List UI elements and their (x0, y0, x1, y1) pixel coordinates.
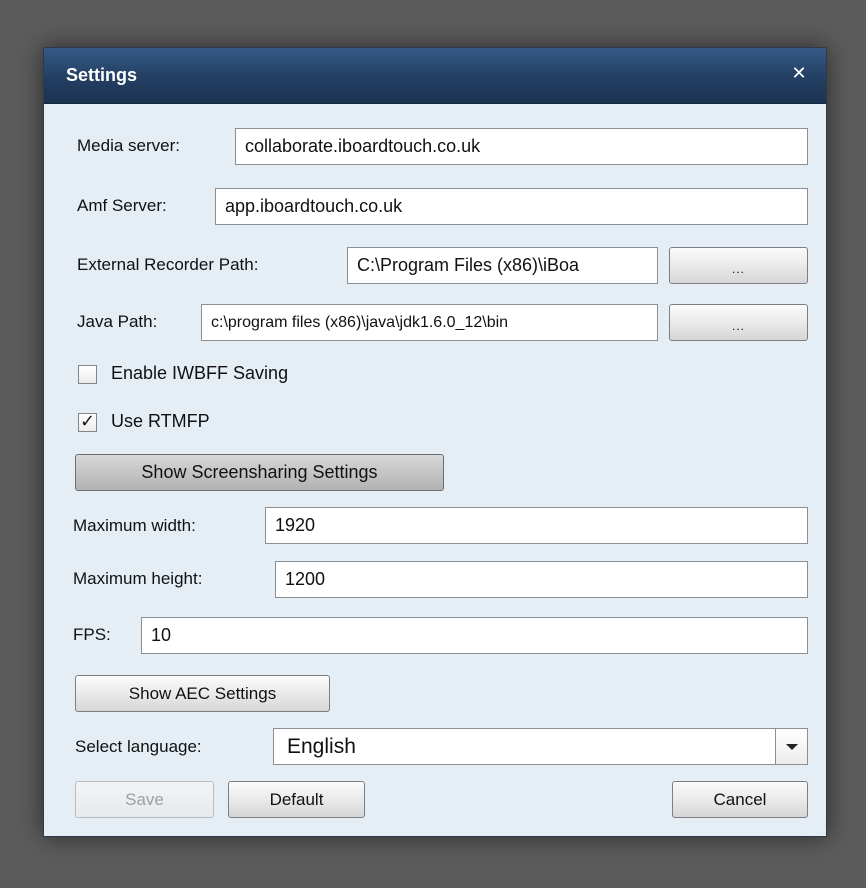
fps-input[interactable]: 10 (141, 617, 808, 654)
show-screensharing-settings-button[interactable]: Show Screensharing Settings (75, 454, 444, 491)
max-width-input[interactable]: 1920 (265, 507, 808, 544)
language-selected-value: English (287, 735, 356, 758)
java-path-label: Java Path: (77, 312, 158, 331)
enable-iwbff-checkbox[interactable] (78, 365, 97, 384)
language-select[interactable]: English (273, 728, 808, 765)
close-icon[interactable]: ✕ (788, 62, 810, 84)
amf-server-input[interactable]: app.iboardtouch.co.uk (215, 188, 808, 225)
external-recorder-path-input[interactable]: C:\Program Files (x86)\iBoa (347, 247, 658, 284)
amf-server-label: Amf Server: (77, 196, 167, 215)
use-rtmfp-checkbox[interactable]: ✓ (78, 411, 97, 432)
select-language-label: Select language: (75, 737, 202, 756)
java-path-input[interactable]: c:\program files (x86)\java\jdk1.6.0_12\… (201, 304, 658, 341)
save-button[interactable]: Save (75, 781, 214, 818)
use-rtmfp-label: Use RTMFP (111, 411, 210, 431)
external-recorder-path-label: External Recorder Path: (77, 255, 259, 274)
media-server-label: Media server: (77, 136, 180, 155)
max-height-label: Maximum height: (73, 569, 203, 588)
java-path-browse-button[interactable]: ... (669, 304, 808, 341)
show-aec-settings-button[interactable]: Show AEC Settings (75, 675, 330, 712)
language-dropdown-toggle[interactable] (775, 729, 807, 764)
settings-dialog: Settings ✕ Media server: collaborate.ibo… (43, 47, 827, 837)
external-recorder-browse-button[interactable]: ... (669, 247, 808, 284)
chevron-down-icon (786, 744, 798, 750)
dialog-titlebar: Settings ✕ (44, 48, 826, 104)
enable-iwbff-label: Enable IWBFF Saving (111, 363, 289, 383)
max-width-label: Maximum width: (73, 516, 196, 535)
max-height-input[interactable]: 1200 (275, 561, 808, 598)
media-server-input[interactable]: collaborate.iboardtouch.co.uk (235, 128, 808, 165)
cancel-button[interactable]: Cancel (672, 781, 808, 818)
checkmark-icon: ✓ (80, 411, 96, 431)
fps-label: FPS: (73, 625, 111, 644)
default-button[interactable]: Default (228, 781, 365, 818)
dialog-title: Settings (66, 65, 138, 85)
